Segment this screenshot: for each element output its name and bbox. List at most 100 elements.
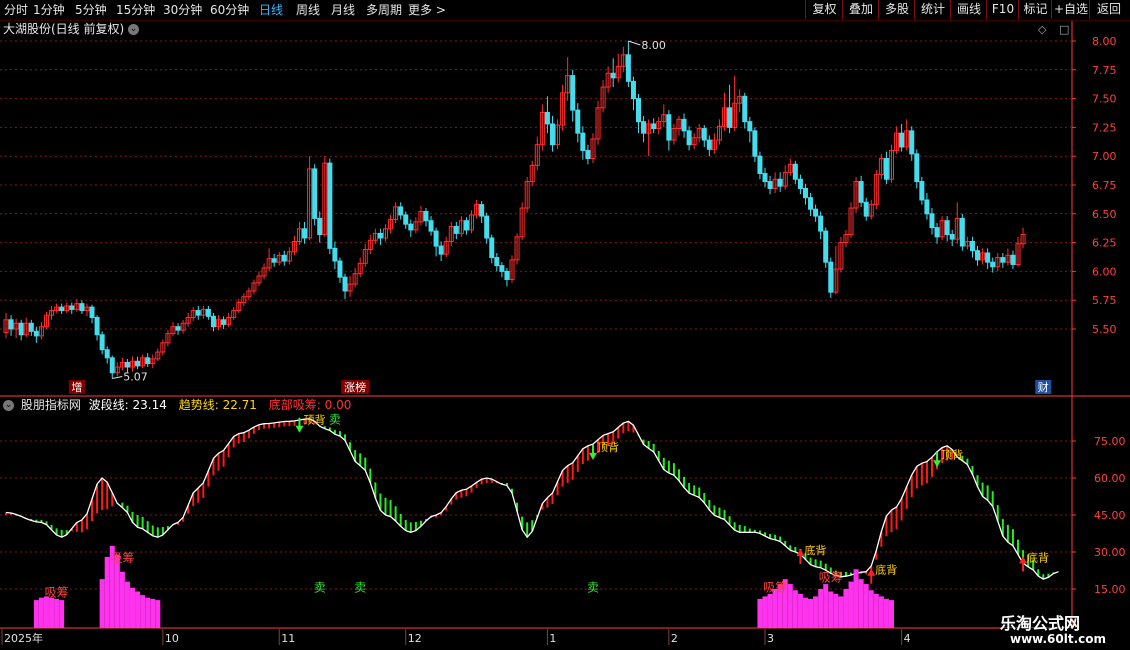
period-tab-8[interactable]: 月线 [331, 0, 355, 20]
period-tab-5[interactable]: 60分钟 [210, 0, 249, 20]
period-tab-4[interactable]: 30分钟 [163, 0, 202, 20]
accumulate-bar [99, 579, 105, 628]
candle-body [479, 204, 485, 217]
candle-body [494, 257, 500, 267]
candle-body [484, 215, 490, 239]
candle-body [423, 210, 429, 222]
accumulate-bar [808, 598, 814, 628]
period-tab-7[interactable]: 周线 [296, 0, 320, 20]
candle-body [463, 220, 469, 231]
chevron-down-icon[interactable]: ⌄ [128, 24, 140, 35]
candle-body [742, 95, 748, 123]
candle-body [909, 130, 915, 155]
wave-line [5, 418, 1059, 580]
candle-body [33, 330, 39, 337]
toolbar-button-1[interactable]: 叠加 [842, 0, 879, 19]
candle-body [59, 306, 65, 312]
candle-body [221, 319, 227, 325]
candle-body [575, 109, 581, 134]
close-icon[interactable]: □ [1059, 23, 1069, 36]
candle-body [969, 240, 975, 252]
kline-chart[interactable]: 8.00 7.75 7.50 7.25 7.00 6.75 6.50 6.25 6.00 5.75… [0, 0, 1130, 650]
period-tab-0[interactable]: 分时 [4, 0, 28, 20]
toolbar-button-8[interactable]: 返回 [1089, 0, 1128, 19]
candle-body [433, 230, 439, 247]
accumulate-bar [757, 598, 763, 628]
accumulate-bar [119, 571, 125, 628]
candle-body [69, 305, 75, 310]
candle-body [959, 217, 965, 247]
signal-label: 底背 [1027, 550, 1049, 564]
y-tick-label: 5.50 [1092, 323, 1117, 336]
candle-body [124, 361, 130, 368]
accumulate-bar [853, 569, 859, 628]
accumulate-bar [787, 584, 793, 628]
period-tab-10[interactable]: 更多 > [408, 0, 446, 20]
candle-body [453, 225, 459, 234]
high-pointer [628, 40, 641, 46]
diamond-icon[interactable]: ◇ [1038, 23, 1046, 36]
toolbar-button-3[interactable]: 统计 [914, 0, 951, 19]
candle-body [944, 220, 950, 236]
candle-body [549, 123, 555, 146]
candle-body [919, 181, 925, 201]
candle-body [438, 245, 444, 255]
candle-body [99, 334, 105, 351]
accumulate-bar [54, 598, 60, 628]
y-tick-label: 7.50 [1092, 93, 1117, 106]
candle-body [636, 98, 641, 123]
signal-label: 顶背 [941, 447, 963, 461]
period-tab-9[interactable]: 多周期 [366, 0, 402, 20]
candle-body [990, 261, 996, 268]
toolbar-button-4[interactable]: 画线 [950, 0, 987, 19]
period-tab-2[interactable]: 5分钟 [75, 0, 107, 20]
candle-body [757, 155, 763, 174]
candle-body [8, 319, 14, 330]
accumulate-bar [49, 597, 55, 628]
candle-body [327, 162, 333, 249]
candle-body [681, 118, 687, 132]
period-tab-1[interactable]: 1分钟 [33, 0, 65, 20]
toolbar-button-2[interactable]: 多股 [878, 0, 915, 19]
accumulate-bar [858, 579, 864, 628]
candle-body [797, 178, 803, 189]
accumulate-bar [797, 593, 803, 628]
candle-body [504, 270, 510, 280]
candle-body [863, 201, 869, 217]
candle-body [585, 149, 591, 160]
accumulate-bar [878, 596, 884, 628]
event-badge-label: 财 [1038, 380, 1049, 394]
accumulate-bar [889, 600, 894, 628]
trend-line-value: 趋势线: 22.71 [178, 398, 257, 412]
signal-label: 卖 [314, 580, 326, 594]
toolbar-button-5[interactable]: F10 [986, 0, 1019, 19]
indicator-name: 股朋指标网 [20, 398, 81, 412]
candle-body [28, 322, 34, 332]
period-tab-3[interactable]: 15分钟 [116, 0, 155, 20]
candle-body [135, 360, 141, 367]
x-tick-label: 3 [767, 632, 774, 645]
accumulate-bar [43, 596, 49, 628]
period-tab-6[interactable]: 日线 [259, 0, 283, 20]
accumulate-bar [124, 581, 130, 628]
y-tick-label: 5.75 [1092, 294, 1117, 307]
candle-body [175, 326, 181, 331]
candle-body [813, 208, 819, 217]
candle-body [686, 130, 692, 146]
candle-body [210, 315, 216, 328]
accumulate-bar [848, 581, 854, 628]
chevron-down-icon[interactable]: ⌄ [3, 400, 14, 411]
candle-body [145, 357, 151, 365]
accumulate-bar [792, 590, 798, 628]
accumulate-bar [114, 554, 120, 628]
candle-body [89, 306, 95, 318]
candle-body [802, 187, 808, 199]
candle-body [762, 172, 768, 183]
candle-body [1000, 257, 1006, 263]
candle-body [79, 303, 85, 312]
candle-body [924, 199, 930, 215]
toolbar-button-0[interactable]: 复权 [805, 0, 843, 19]
accumulate-bar [828, 591, 834, 628]
toolbar-button-6[interactable]: 标记 [1018, 0, 1052, 19]
toolbar-button-7[interactable]: +自选 [1051, 0, 1090, 19]
